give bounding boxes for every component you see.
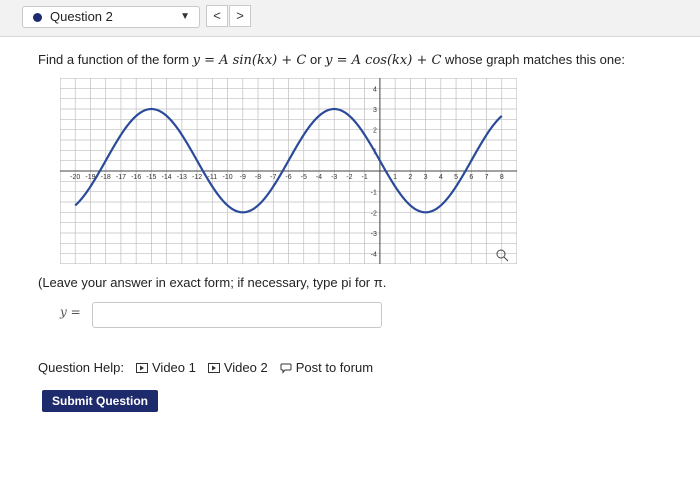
- x-tick-label: -7: [270, 174, 276, 181]
- x-tick-label: 8: [500, 174, 504, 181]
- prompt-or: or: [309, 52, 322, 67]
- x-tick-label: -10: [223, 174, 233, 181]
- form-sin: y = A sin(kx) + C: [192, 53, 307, 68]
- function-graph: -20 -19 -18 -17 -16 -15 -14 -13 -12 -11 -10 -9 -8 -7-…: [60, 78, 517, 264]
- x-tick-label: 5: [454, 174, 458, 181]
- x-tick-label: -4: [316, 174, 322, 181]
- video-1-label: Video 1: [152, 360, 196, 375]
- x-tick-label: 2: [408, 174, 412, 181]
- y-tick-label: 3: [373, 107, 377, 114]
- chevron-down-icon: ▼: [180, 11, 190, 22]
- speech-bubble-icon: [280, 363, 292, 374]
- x-tick-label: -17: [116, 174, 126, 181]
- video-1-link[interactable]: Video 1: [136, 360, 196, 375]
- question-prompt: Find a function of the form y = A sin(kx…: [38, 52, 625, 68]
- video-icon: [136, 362, 148, 373]
- y-tick-label: -2: [371, 210, 377, 217]
- answer-label: y =: [60, 305, 81, 319]
- video-icon: [207, 362, 220, 373]
- x-tick-label: -14: [162, 174, 172, 181]
- x-tick-label: -20: [70, 174, 80, 181]
- question-label: Question 2: [50, 9, 113, 24]
- x-tick-label: 3: [424, 174, 428, 181]
- x-tick-label: -15: [146, 174, 156, 181]
- video-2-label: Video 2: [223, 360, 268, 375]
- x-tick-label: -2: [346, 174, 352, 181]
- help-label: Question Help:: [38, 360, 124, 375]
- question-selector[interactable]: Question 2 ▼: [22, 6, 200, 28]
- prev-question-button[interactable]: <: [206, 5, 228, 27]
- top-bar: Question 2 ▼ < >: [0, 0, 700, 37]
- answer-instructions: (Leave your answer in exact form; if nec…: [38, 275, 387, 290]
- form-cos: y = A cos(kx) + C: [325, 53, 442, 68]
- x-tick-label: 4: [439, 174, 443, 181]
- forum-label: Post to forum: [295, 360, 374, 375]
- x-tick-label: -5: [301, 174, 307, 181]
- x-tick-label: -6: [285, 174, 291, 181]
- x-tick-label: -1: [362, 174, 368, 181]
- x-tick-label: -3: [331, 174, 337, 181]
- x-tick-label: -13: [177, 174, 187, 181]
- x-tick-label: -18: [101, 174, 111, 181]
- x-tick-label: -9: [240, 174, 246, 181]
- y-tick-label: 2: [373, 128, 377, 135]
- prompt-lead: Find a function of the form: [38, 52, 190, 67]
- x-tick-label: -8: [255, 174, 261, 181]
- next-question-button[interactable]: >: [229, 5, 251, 27]
- y-tick-label: -1: [371, 190, 377, 197]
- post-to-forum-link[interactable]: Post to forum: [280, 360, 373, 375]
- status-dot: [33, 13, 42, 22]
- x-tick-label: -12: [192, 174, 202, 181]
- y-tick-label: 4: [373, 86, 377, 93]
- y-tick-label: -4: [371, 252, 377, 259]
- video-2-link[interactable]: Video 2: [207, 360, 268, 375]
- answer-input[interactable]: [92, 302, 382, 328]
- submit-question-button[interactable]: Submit Question: [42, 390, 158, 412]
- question-help: Question Help: Video 1 Video 2 Post to f…: [38, 360, 373, 375]
- x-tick-label: 1: [393, 174, 397, 181]
- x-tick-label: 7: [485, 174, 489, 181]
- x-tick-label: 6: [469, 174, 473, 181]
- x-tick-label: -16: [131, 174, 141, 181]
- y-tick-label: -3: [371, 231, 377, 238]
- prompt-tail: whose graph matches this one:: [445, 52, 625, 67]
